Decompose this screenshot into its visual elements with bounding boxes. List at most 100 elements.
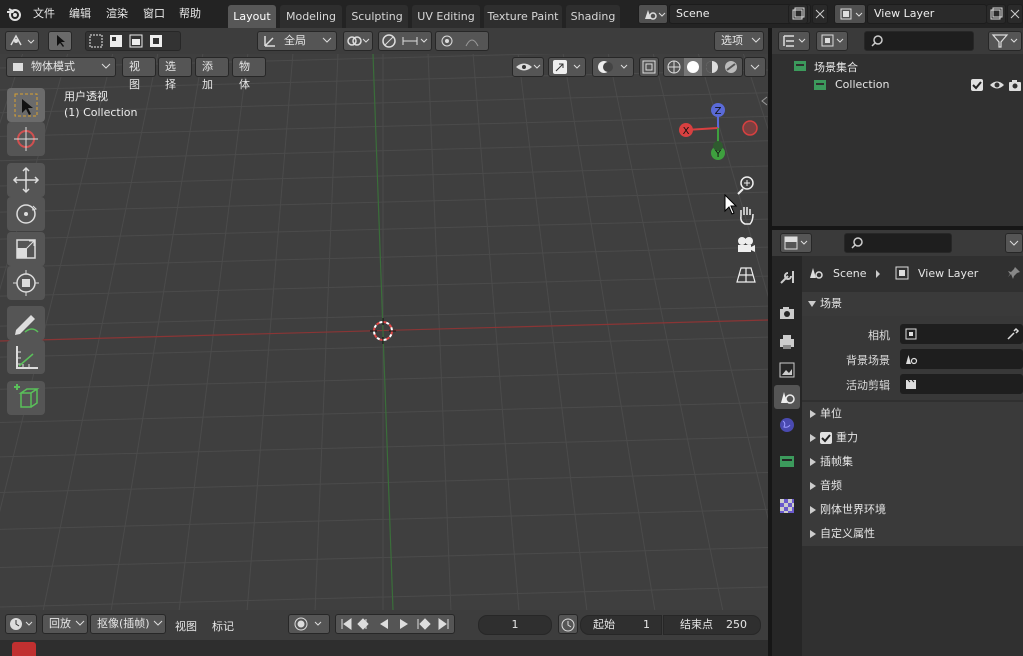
editor-type-button[interactable]: [5, 31, 39, 51]
visibility-dropdown[interactable]: [512, 57, 544, 77]
outliner-search-input[interactable]: [864, 31, 974, 51]
timeline-editor-type-button[interactable]: [5, 614, 37, 634]
tab-uv-editing[interactable]: UV Editing: [412, 5, 480, 28]
keying-dropdown[interactable]: 抠像(插帧): [90, 614, 166, 634]
transform-orientation-dropdown[interactable]: 全局: [257, 31, 337, 51]
outliner-editor-type-button[interactable]: [778, 31, 810, 51]
scene-selector-button[interactable]: [638, 4, 668, 24]
rotate-tool[interactable]: [7, 197, 45, 231]
end-frame-field[interactable]: 结束点 250: [663, 615, 761, 635]
menu-edit[interactable]: 编辑: [69, 0, 91, 28]
playback-controls[interactable]: [335, 614, 455, 634]
object-mode-dropdown[interactable]: 物体模式: [6, 57, 116, 77]
tab-sculpting[interactable]: Sculpting: [346, 5, 408, 28]
overlays-dropdown[interactable]: [592, 57, 634, 77]
cursor-tool[interactable]: [7, 122, 45, 156]
view-layer-close-button[interactable]: [1007, 4, 1023, 24]
display-mode-dropdown[interactable]: [816, 31, 848, 51]
tab-view-layer[interactable]: [774, 358, 800, 382]
start-frame-field[interactable]: 起始 1: [580, 615, 662, 635]
checkbox-icon[interactable]: [970, 78, 984, 92]
select-mode-buttons[interactable]: [85, 31, 181, 51]
transform-tool[interactable]: [7, 266, 45, 300]
zoom-icon[interactable]: [734, 174, 758, 196]
scene-close-button[interactable]: [812, 4, 828, 24]
blender-logo-icon[interactable]: [6, 6, 22, 22]
gizmo-dropdown[interactable]: [548, 57, 586, 77]
playhead-marker[interactable]: [12, 642, 36, 656]
menu-window[interactable]: 窗口: [143, 0, 165, 28]
menu-file[interactable]: 文件: [33, 0, 55, 28]
measure-tool[interactable]: [7, 340, 45, 374]
annotate-tool[interactable]: [7, 306, 45, 340]
navigation-gizmo[interactable]: Z X Y: [672, 98, 766, 168]
active-clip-field[interactable]: [900, 374, 1023, 394]
shading-options-dropdown[interactable]: [744, 57, 766, 77]
background-scene-field[interactable]: [900, 349, 1023, 369]
ortho-grid-icon[interactable]: [734, 264, 758, 286]
sidebar-toggle-icon[interactable]: [760, 96, 768, 106]
options-dropdown[interactable]: 选项: [714, 31, 764, 51]
tab-output[interactable]: [774, 330, 800, 354]
properties-search-input[interactable]: [844, 233, 952, 253]
menu-render[interactable]: 渲染: [106, 0, 128, 28]
tab-texture[interactable]: [774, 494, 800, 518]
add-cube-tool[interactable]: [7, 381, 45, 415]
shading-mode-buttons[interactable]: [663, 57, 743, 77]
panel-custom-props-header[interactable]: 自定义属性: [802, 522, 1023, 546]
gravity-checkbox-icon[interactable]: [819, 431, 833, 445]
view-layer-selector-button[interactable]: [834, 4, 866, 24]
tab-scene[interactable]: [774, 385, 800, 409]
move-tool[interactable]: [7, 163, 45, 197]
menu-object[interactable]: 物体: [232, 57, 266, 91]
camera-field[interactable]: [900, 324, 1023, 344]
menu-view[interactable]: 视图: [122, 57, 156, 91]
panel-keying-sets-header[interactable]: 插帧集: [802, 450, 1023, 474]
proportional-edit-dropdown[interactable]: [435, 31, 489, 51]
panel-units-header[interactable]: 单位: [802, 402, 1023, 426]
3d-viewport[interactable]: 用户透视 (1) Collection Z X Y: [0, 54, 768, 610]
playback-dropdown[interactable]: 回放: [42, 614, 88, 634]
eye-icon[interactable]: [989, 78, 1005, 92]
timeline-menu-view[interactable]: 视图: [175, 618, 197, 634]
tab-collection[interactable]: [774, 449, 800, 473]
menu-add[interactable]: 添加: [195, 57, 229, 91]
snap-dropdown[interactable]: [378, 31, 432, 51]
eyedropper-icon[interactable]: [1006, 327, 1020, 341]
camera-label: 相机: [868, 329, 890, 342]
timeline-menu-marker[interactable]: 标记: [212, 618, 234, 634]
xray-toggle[interactable]: [639, 57, 659, 77]
outliner-filter-dropdown[interactable]: [988, 31, 1022, 51]
panel-audio-header[interactable]: 音频: [802, 474, 1023, 498]
tab-layout[interactable]: Layout: [228, 5, 276, 28]
auto-keying-button[interactable]: [288, 614, 330, 634]
tab-render[interactable]: [774, 302, 800, 326]
properties-editor-type-button[interactable]: [780, 233, 812, 253]
tab-texture-paint[interactable]: Texture Paint: [484, 5, 562, 28]
tab-world[interactable]: [774, 413, 800, 437]
preview-range-toggle[interactable]: [558, 614, 578, 634]
pivot-point-dropdown[interactable]: [343, 31, 373, 51]
menu-select[interactable]: 选择: [158, 57, 192, 91]
tab-tool[interactable]: [774, 265, 800, 289]
menu-help[interactable]: 帮助: [179, 0, 201, 28]
scene-copy-button[interactable]: [788, 4, 808, 24]
camera-icon[interactable]: [1008, 78, 1022, 92]
view-layer-name-field[interactable]: View Layer: [867, 4, 987, 24]
select-box-tool[interactable]: [7, 88, 45, 122]
tab-modeling[interactable]: Modeling: [280, 5, 342, 28]
camera-view-icon[interactable]: [734, 234, 758, 256]
outliner-collection-row[interactable]: Collection: [810, 76, 1023, 94]
current-frame-field[interactable]: 1: [478, 615, 552, 635]
properties-options-dropdown[interactable]: [1005, 233, 1023, 253]
scale-tool[interactable]: [7, 232, 45, 266]
panel-rigid-body-header[interactable]: 刚体世界环境: [802, 498, 1023, 522]
timeline-ruler[interactable]: [0, 640, 770, 656]
outliner-scene-collection-row[interactable]: 场景集合: [792, 57, 1012, 75]
pin-icon[interactable]: [1006, 265, 1022, 281]
tab-shading[interactable]: Shading: [566, 5, 620, 28]
select-tool-button[interactable]: [48, 31, 72, 51]
panel-scene-header[interactable]: 场景: [802, 292, 1023, 316]
panel-gravity-header[interactable]: 重力: [802, 426, 1023, 450]
view-layer-copy-button[interactable]: [986, 4, 1006, 24]
